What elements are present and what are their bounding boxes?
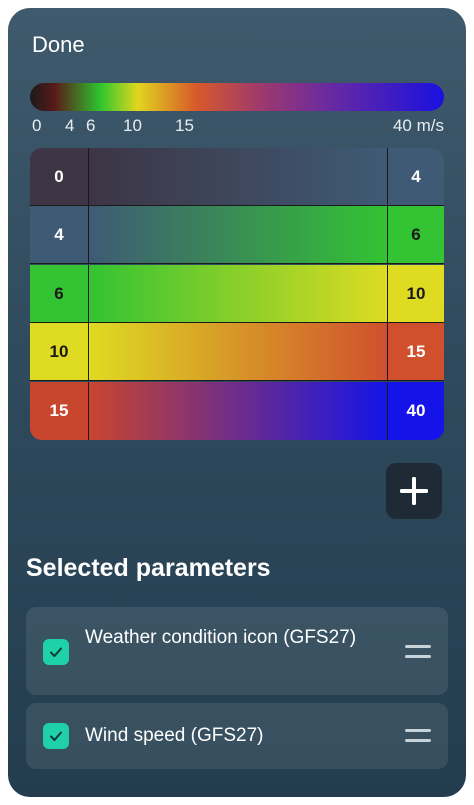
scale-label-15: 15 [175,116,194,135]
checkbox[interactable] [43,723,69,749]
color-range-table: 0 4 4 6 6 10 10 15 15 40 [30,148,444,440]
plus-icon [400,477,428,505]
check-icon [50,731,62,741]
range-from-cell[interactable]: 4 [30,206,89,263]
parameter-item[interactable]: Wind speed (GFS27) [26,703,448,769]
range-gradient [89,206,387,263]
color-scale-bar [30,83,444,111]
check-icon [50,647,62,657]
range-row[interactable]: 4 6 [30,206,444,264]
range-gradient [89,382,387,440]
scale-label-10: 10 [123,116,142,135]
checkbox[interactable] [43,639,69,665]
range-row[interactable]: 15 40 [30,382,444,440]
parameter-item[interactable]: Weather condition icon (GFS27) [26,607,448,695]
range-to-cell[interactable]: 40 [387,382,444,440]
add-range-button[interactable] [386,463,442,519]
settings-panel: Done 0 4 6 10 15 40 m/s 0 4 4 6 6 10 10 … [8,8,466,797]
range-row[interactable]: 10 15 [30,323,444,381]
section-title: Selected parameters [26,554,271,582]
range-gradient [89,148,387,205]
scale-label-0: 0 [32,116,42,135]
parameter-label: Wind speed (GFS27) [85,725,264,746]
range-to-cell[interactable]: 10 [387,265,444,322]
range-gradient [89,323,387,380]
range-gradient [89,265,387,322]
range-row[interactable]: 0 4 [30,148,444,206]
range-to-cell[interactable]: 15 [387,323,444,380]
range-from-cell[interactable]: 10 [30,323,89,380]
range-from-cell[interactable]: 6 [30,265,89,322]
range-row[interactable]: 6 10 [30,265,444,323]
range-from-cell[interactable]: 0 [30,148,89,205]
range-to-cell[interactable]: 6 [387,206,444,263]
color-scale-labels: 0 4 6 10 15 40 m/s [30,116,444,138]
scale-label-4: 4 [65,116,75,135]
range-to-cell[interactable]: 4 [387,148,444,205]
scale-label-40: 40 m/s [392,116,444,135]
drag-handle-icon[interactable] [405,729,431,743]
range-from-cell[interactable]: 15 [30,382,89,440]
drag-handle-icon[interactable] [405,645,431,659]
scale-label-6: 6 [86,116,96,135]
parameter-label: Weather condition icon (GFS27) [85,627,357,648]
done-button[interactable]: Done [32,32,85,58]
